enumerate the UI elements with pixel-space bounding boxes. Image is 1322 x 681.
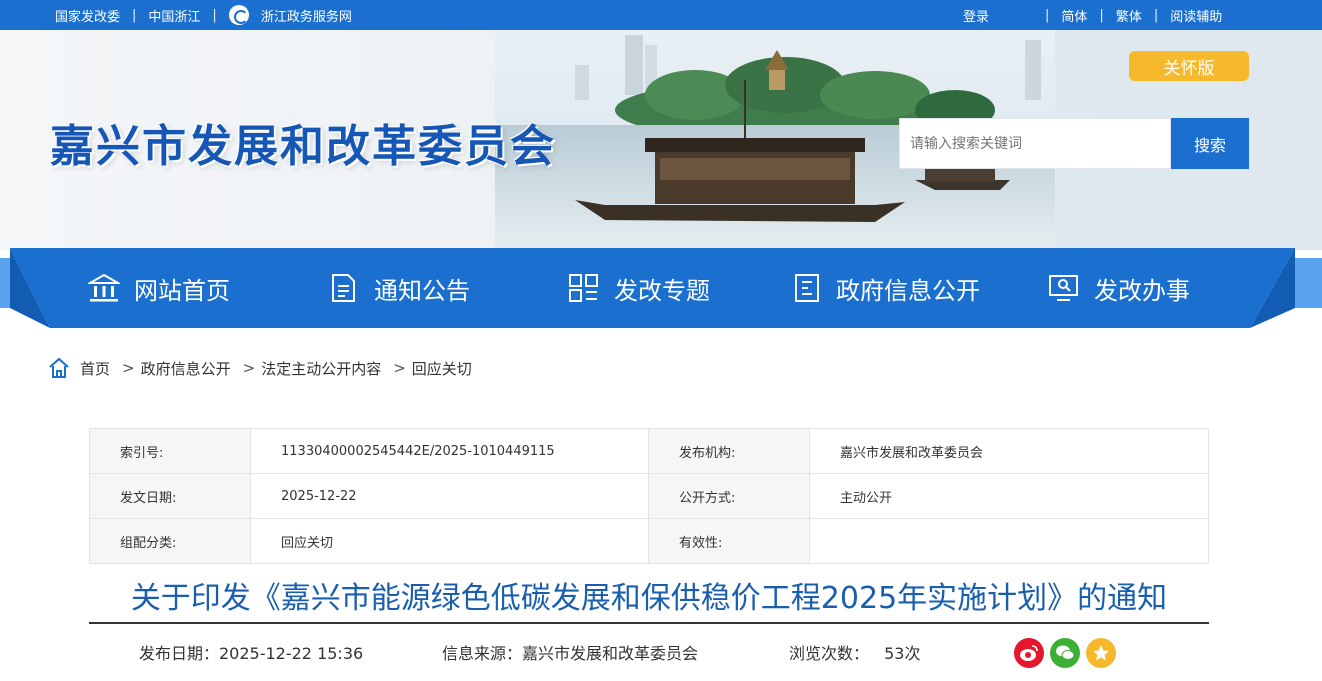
wechat-icon [1056,645,1075,660]
nav-item-gov-info[interactable]: 政府信息公开 [794,248,980,328]
validity-label: 有效性: [648,518,810,564]
table-row: 发文日期: 2025-12-22 公开方式: 主动公开 [89,473,1209,519]
view-count: 浏览次数： 53次 [789,640,920,664]
monitor-icon [1049,275,1078,301]
nav-item-label: 发改专题 [614,276,710,305]
top-bar: 国家发改委 | 中国浙江 | 浙江政务服务网 登录 | 简体 | 繁体 | 阅读… [0,0,1322,30]
info-source: 信息来源：嘉兴市发展和改革委员会 [442,644,699,663]
top-bar-left-links: 国家发改委 | 中国浙江 | 浙江政务服务网 [55,0,352,30]
table-row: 索引号: 11330400002545442E/2025-1010449115 … [89,428,1209,474]
breadcrumb-arrow-icon: > [393,359,406,377]
link-zjzwfw[interactable]: 浙江政务服务网 [261,6,352,25]
search-button[interactable]: 搜索 [1171,118,1249,169]
nav-item-label: 通知公告 [374,276,470,305]
nav-item-label: 发改办事 [1094,276,1190,305]
breadcrumb-arrow-icon: > [242,359,256,377]
issue-date-value: 2025-12-22 [250,473,649,519]
login-link[interactable]: 登录 [963,6,989,25]
article-title: 关于印发《嘉兴市能源绿色低碳发展和保供稳价工程2025年实施计划》的通知 [130,581,1168,616]
nav-item-services[interactable]: 发改办事 [1048,248,1190,328]
file-list-icon [795,274,819,302]
weibo-share-button[interactable] [1014,638,1044,668]
top-bar-right-links: 登录 | 简体 | 繁体 | 阅读辅助 [963,0,1222,30]
document-info-table: 索引号: 11330400002545442E/2025-1010449115 … [89,428,1209,564]
grid-icon [569,274,598,302]
breadcrumb-respond[interactable]: 回应关切 [412,358,472,379]
wechat-share-button[interactable] [1050,638,1080,668]
breadcrumb-gov-info[interactable]: 政府信息公开 [141,358,231,379]
disclosure-method-label: 公开方式: [648,473,810,519]
simplified-chinese-link[interactable]: 简体 [1061,6,1087,25]
publisher-value: 嘉兴市发展和改革委员会 [809,428,1209,474]
home-icon [49,357,69,378]
separator: | [1099,7,1104,23]
publisher-label: 发布机构: [648,428,810,474]
separator: | [1045,7,1050,23]
view-count-value: 53次 [884,644,921,663]
nav-item-topics[interactable]: 发改专题 [568,248,710,328]
nav-item-notices[interactable]: 通知公告 [328,248,470,328]
nav-item-label: 政府信息公开 [836,276,980,305]
validity-value [809,518,1209,564]
index-no-label: 索引号: [89,428,251,474]
main-nav: 网站首页 通知公告 发改专题 政府信息公开 发改办事 [0,248,1322,328]
separator: | [212,7,217,23]
category-label: 组配分类: [89,518,251,564]
traditional-chinese-link[interactable]: 繁体 [1116,6,1142,25]
nav-item-home[interactable]: 网站首页 [88,248,230,328]
disclosure-method-value: 主动公开 [809,473,1209,519]
reading-assist-link[interactable]: 阅读辅助 [1170,6,1222,25]
table-row: 组配分类: 回应关切 有效性: [89,518,1209,564]
separator: | [132,7,137,23]
nav-item-label: 网站首页 [134,276,230,305]
site-title: 嘉兴市发展和改革委员会 [50,121,556,172]
publish-date: 发布日期：2025-12-22 15:36 [139,644,364,663]
star-icon [1093,645,1109,661]
header-banner: 嘉兴市发展和改革委员会 关怀版 搜索 [0,30,1322,250]
link-zhejiang[interactable]: 中国浙江 [148,6,200,25]
breadcrumb-statutory[interactable]: 法定主动公开内容 [261,358,381,379]
search-input[interactable] [899,118,1171,169]
breadcrumb-arrow-icon: > [122,359,135,377]
category-value: 回应关切 [250,518,649,564]
title-divider [89,622,1209,624]
zjzwfw-logo-icon [228,5,249,25]
separator: | [1153,7,1159,23]
favorite-button[interactable] [1086,638,1116,668]
weibo-icon [1020,645,1038,661]
document-icon [332,274,355,302]
breadcrumb: 首页 > 政府信息公开 > 法定主动公开内容 > 回应关切 [48,356,472,380]
breadcrumb-home[interactable]: 首页 [80,358,110,379]
care-mode-button[interactable]: 关怀版 [1129,51,1249,81]
issue-date-label: 发文日期: [89,473,251,519]
link-ndrc[interactable]: 国家发改委 [55,6,120,25]
view-count-label: 浏览次数： [789,644,870,663]
bank-icon [88,273,120,302]
index-no-value: 11330400002545442E/2025-1010449115 [250,428,649,474]
